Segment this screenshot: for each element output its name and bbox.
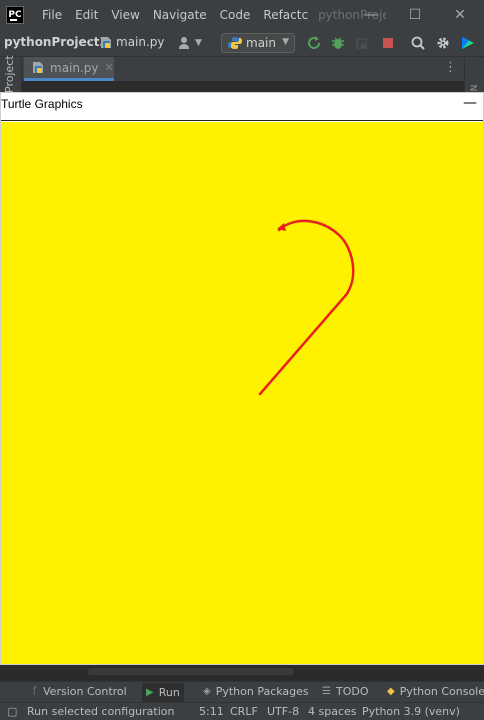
coverage-icon [356,38,367,49]
breadcrumb-separator-icon: › [88,34,93,48]
window-close-button[interactable]: ✕ [438,0,482,29]
turtle-titlebar[interactable]: Turtle Graphics — [1,93,483,121]
project-tool-strip[interactable]: Project [0,55,22,97]
tool-version-control-label: Version Control [43,685,127,698]
navigation-bar: pythonProject3 › main.py ▼ main ▼ [0,29,484,90]
search-icon [411,36,425,50]
run-configuration-select[interactable]: main ▼ [221,33,295,53]
stop-button[interactable] [378,33,398,53]
python-icon [228,37,242,49]
tool-run[interactable]: ▶ Run [142,683,184,702]
tab-label: main.py [50,60,99,75]
chevron-down-icon: ▼ [282,37,289,47]
settings-button[interactable] [433,33,453,53]
branch-icon: ᚴ [32,686,38,697]
project-tool-label[interactable]: Project [3,55,16,93]
tool-run-label: Run [158,686,180,699]
scrollbar-thumb[interactable] [88,668,294,675]
tool-todo[interactable]: ☰ TODO [322,685,368,698]
bug-icon [332,37,344,49]
line-separator[interactable]: CRLF [230,705,258,718]
menu-code[interactable]: Code [220,8,251,22]
tool-python-packages-label: Python Packages [215,685,309,698]
tool-todo-label: TODO [335,685,369,698]
gear-icon [437,37,449,49]
right-tool-strip[interactable]: N [464,57,484,97]
chevron-down-icon: ▼ [195,38,202,48]
coverage-button[interactable] [352,33,372,53]
user-icon [179,37,189,49]
menu-bar: PC File Edit View Navigate Code Refactc … [0,0,484,29]
more-options-icon[interactable]: ⋮ [444,60,457,75]
breadcrumb-file[interactable]: main.py [116,35,165,49]
close-icon[interactable]: ✕ [105,61,114,74]
run-icon: ▶ [146,687,154,698]
toggle-toolwindows-icon[interactable]: ▢ [7,705,17,718]
turtle-drawing [258,219,355,396]
python-file-icon [33,62,43,73]
indent-setting[interactable]: 4 spaces [308,705,357,718]
pycharm-logo-icon[interactable]: PC [6,5,24,24]
tab-main-py[interactable]: main.py ✕ [24,57,114,81]
toolbox-icon [462,37,474,49]
vcs-user-button[interactable]: ▼ [178,35,204,51]
tool-window-bar: ᚴ Version Control ▶ Run ◈ Python Package… [0,681,484,702]
debug-button[interactable] [328,33,348,53]
turtle-graphics-window: Turtle Graphics — [0,92,484,665]
right-tool-label[interactable]: N [467,85,477,92]
rerun-icon [308,36,320,49]
search-everywhere-button[interactable] [408,33,428,53]
turtle-window-title: Turtle Graphics [1,97,83,111]
python-interpreter[interactable]: Python 3.9 (venv) [362,705,460,718]
file-encoding[interactable]: UTF-8 [267,705,299,718]
menu-refactor[interactable]: Refactc [263,8,308,22]
menu-navigate[interactable]: Navigate [153,8,207,22]
status-message: Run selected configuration [27,705,175,718]
python-file-icon [101,37,111,48]
menu-edit[interactable]: Edit [75,8,98,22]
stop-icon [383,38,393,48]
window-minimize-button[interactable]: — [349,0,393,29]
menu-view[interactable]: View [111,8,139,22]
packages-icon: ◈ [203,686,211,697]
tool-python-console-label: Python Console [399,685,484,698]
jetbrains-toolbox-button[interactable] [458,33,478,53]
rerun-button[interactable] [304,33,324,53]
run-configuration-label: main [246,36,276,50]
list-icon: ☰ [322,686,331,697]
menu-file[interactable]: File [42,8,62,22]
turtle-pen-stroke [258,219,355,396]
window-maximize-button[interactable]: ☐ [393,0,437,29]
caret-position[interactable]: 5:11 [199,705,224,718]
turtle-minimize-button[interactable]: — [463,95,477,111]
tool-python-console[interactable]: ◆ Python Console [387,685,484,698]
turtle-canvas[interactable] [1,122,483,664]
python-icon: ◆ [387,686,395,697]
tool-version-control[interactable]: ᚴ Version Control [32,685,127,698]
tool-python-packages[interactable]: ◈ Python Packages [203,685,309,698]
status-bar: ▢ Run selected configuration 5:11 CRLF U… [0,702,484,720]
